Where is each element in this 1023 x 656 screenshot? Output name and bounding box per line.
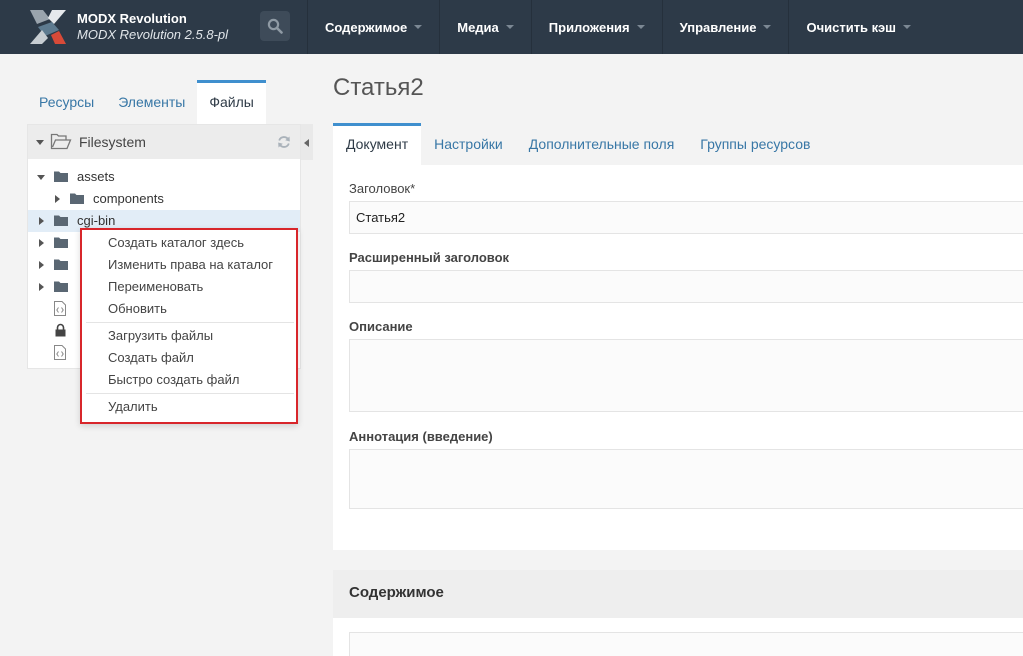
menu-item-delete[interactable]: Удалить bbox=[108, 399, 158, 414]
tree-node-label: components bbox=[93, 191, 164, 206]
tree-root-row[interactable]: Filesystem bbox=[28, 125, 300, 159]
tab-settings[interactable]: Настройки bbox=[421, 123, 516, 165]
document-form: Заголовок* Статья2 Расширенный заголовок… bbox=[333, 165, 1023, 550]
menu-item-create-directory[interactable]: Создать каталог здесь bbox=[108, 235, 244, 250]
tree-node-label: cgi-bin bbox=[77, 213, 116, 228]
tab-document[interactable]: Документ bbox=[333, 123, 422, 165]
resource-tabs: Документ Настройки Дополнительные поля Г… bbox=[333, 123, 823, 165]
content-panel-title: Содержимое bbox=[349, 584, 444, 601]
chevron-down-icon bbox=[505, 25, 514, 29]
menu-management[interactable]: Управление bbox=[661, 0, 789, 54]
menu-management-label: Управление bbox=[679, 19, 757, 35]
folder-open-icon bbox=[50, 133, 72, 150]
content-panel-header: Содержимое bbox=[333, 570, 1023, 618]
menu-divider bbox=[86, 322, 294, 323]
tree-node-components[interactable]: components bbox=[28, 188, 300, 210]
caret-right-icon[interactable] bbox=[55, 195, 60, 203]
caret-right-icon[interactable] bbox=[39, 217, 44, 225]
menu-item-create-file[interactable]: Создать файл bbox=[108, 350, 194, 365]
chevron-left-icon bbox=[304, 139, 309, 147]
left-panel-tabs: Ресурсы Элементы Файлы bbox=[27, 80, 266, 124]
lock-icon bbox=[55, 323, 66, 337]
content-editor[interactable] bbox=[349, 632, 1023, 656]
caret-down-icon[interactable] bbox=[36, 140, 44, 145]
collapse-sidebar-button[interactable] bbox=[301, 124, 313, 160]
pagetitle-label-text: Заголовок bbox=[349, 181, 411, 196]
folder-icon bbox=[54, 171, 68, 182]
chevron-down-icon bbox=[636, 25, 645, 29]
tab-resources[interactable]: Ресурсы bbox=[27, 80, 106, 124]
menu-media[interactable]: Медиа bbox=[439, 0, 531, 54]
menu-applications-label: Приложения bbox=[548, 19, 630, 35]
menu-media-label: Медиа bbox=[457, 19, 499, 35]
page-title: Статья2 bbox=[333, 74, 424, 101]
caret-right-icon[interactable] bbox=[39, 239, 44, 247]
pagetitle-label: Заголовок* bbox=[349, 181, 415, 196]
refresh-icon[interactable] bbox=[277, 135, 291, 149]
caret-down-icon[interactable] bbox=[37, 175, 45, 180]
longtitle-field[interactable] bbox=[349, 270, 1023, 303]
menu-item-change-permissions[interactable]: Изменить права на каталог bbox=[108, 257, 273, 272]
tab-elements[interactable]: Элементы bbox=[106, 80, 197, 124]
tree-node-label: assets bbox=[77, 169, 115, 184]
context-menu: Создать каталог здесь Изменить права на … bbox=[80, 228, 298, 424]
folder-icon bbox=[54, 259, 68, 270]
brand-name: MODX Revolution bbox=[77, 11, 187, 26]
folder-icon bbox=[70, 193, 84, 204]
code-file-icon bbox=[54, 345, 66, 360]
menu-content-label: Содержимое bbox=[325, 19, 408, 35]
required-mark: * bbox=[410, 181, 416, 196]
menu-item-rename[interactable]: Переименовать bbox=[108, 279, 203, 294]
chevron-down-icon bbox=[903, 25, 912, 29]
modx-logo-icon bbox=[30, 10, 66, 44]
tree-root-label: Filesystem bbox=[79, 134, 146, 150]
search-button[interactable] bbox=[260, 11, 290, 41]
pagetitle-value: Статья2 bbox=[356, 210, 406, 225]
menu-content[interactable]: Содержимое bbox=[307, 0, 439, 54]
introtext-field[interactable] bbox=[349, 449, 1023, 509]
top-navbar: MODX Revolution MODX Revolution 2.5.8-pl… bbox=[0, 0, 1023, 54]
code-file-icon bbox=[54, 301, 66, 316]
menu-item-refresh[interactable]: Обновить bbox=[108, 301, 167, 316]
menu-item-quick-create-file[interactable]: Быстро создать файл bbox=[108, 372, 239, 387]
folder-icon bbox=[54, 237, 68, 248]
main-menu: Содержимое Медиа Приложения Управление О… bbox=[307, 0, 928, 54]
brand-version: MODX Revolution 2.5.8-pl bbox=[77, 27, 229, 42]
chevron-down-icon bbox=[763, 25, 772, 29]
caret-right-icon[interactable] bbox=[39, 261, 44, 269]
chevron-down-icon bbox=[414, 25, 423, 29]
menu-clear-cache-label: Очистить кэш bbox=[806, 19, 897, 35]
search-icon bbox=[267, 18, 283, 34]
tab-files[interactable]: Файлы bbox=[197, 80, 266, 124]
menu-divider bbox=[86, 393, 294, 394]
description-field[interactable] bbox=[349, 339, 1023, 412]
tab-template-variables[interactable]: Дополнительные поля bbox=[516, 123, 688, 165]
caret-right-icon[interactable] bbox=[39, 283, 44, 291]
description-label: Описание bbox=[349, 319, 413, 334]
menu-clear-cache[interactable]: Очистить кэш bbox=[788, 0, 928, 54]
content-panel: Содержимое bbox=[333, 570, 1023, 656]
longtitle-label: Расширенный заголовок bbox=[349, 250, 510, 265]
folder-icon bbox=[54, 215, 68, 226]
menu-item-upload-files[interactable]: Загрузить файлы bbox=[108, 328, 213, 343]
tree-node-assets[interactable]: assets bbox=[28, 166, 300, 188]
menu-applications[interactable]: Приложения bbox=[530, 0, 662, 54]
pagetitle-field[interactable]: Статья2 bbox=[349, 201, 1023, 234]
tab-resource-groups[interactable]: Группы ресурсов bbox=[687, 123, 823, 165]
brand[interactable]: MODX Revolution MODX Revolution 2.5.8-pl bbox=[0, 0, 245, 54]
folder-icon bbox=[54, 281, 68, 292]
introtext-label: Аннотация (введение) bbox=[349, 429, 493, 444]
